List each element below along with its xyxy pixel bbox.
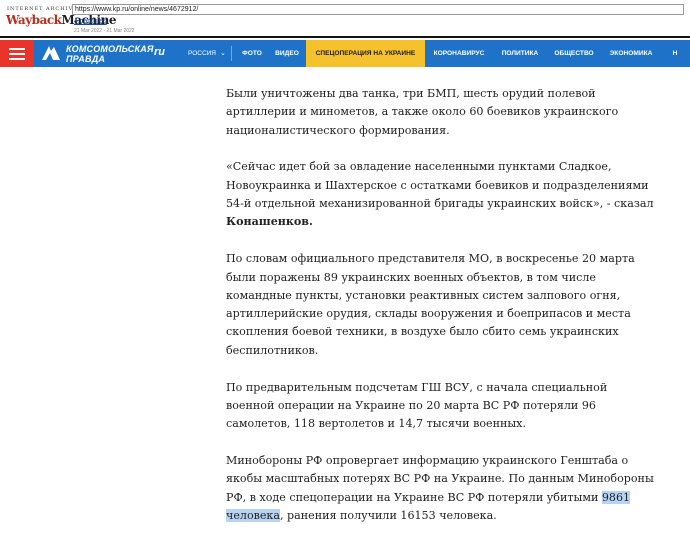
wayback-toolbar: INTERNET ARCHIVE WaybackMachine https://… xyxy=(0,0,690,38)
site-nav-bar: КОМСОМОЛЬСКАЯ ПРАВДА ru РОССИЯ ⌄ ФОТО ВИД… xyxy=(0,40,690,67)
article-body: Были уничтожены два танка, три БМП, шест… xyxy=(226,85,656,536)
paragraph-5: Минобороны РФ опровергает информацию укр… xyxy=(226,452,656,525)
paragraph-4: По предварительным подсчетам ГШ ВСУ, с н… xyxy=(226,380,608,431)
quote-text: «Сейчас идет бой за овладение населенным… xyxy=(226,160,654,211)
nav-divider xyxy=(231,46,232,61)
captures-link[interactable]: 4 captures xyxy=(74,18,107,25)
nav-item-photo[interactable]: ФОТО xyxy=(236,40,268,67)
nav-item-video[interactable]: ВИДЕО xyxy=(270,40,304,67)
logo-line-2: ПРАВДА xyxy=(66,54,106,64)
wayback-word: Wayback xyxy=(6,13,62,27)
paragraph-5-end: , ранения получили 16153 человека. xyxy=(280,509,497,523)
region-label: РОССИЯ xyxy=(188,50,217,57)
wayback-url-input[interactable]: https://www.kp.ru/online/news/4672912/ xyxy=(72,4,684,15)
region-selector[interactable]: РОССИЯ ⌄ xyxy=(188,40,226,67)
paragraph-5-start: Минобороны РФ опровергает информацию укр… xyxy=(226,454,654,504)
nav-item-special-operation[interactable]: СПЕЦОПЕРАЦИЯ НА УКРАИНЕ xyxy=(306,40,425,67)
chevron-down-icon: ⌄ xyxy=(220,50,226,57)
site-logo[interactable]: КОМСОМОЛЬСКАЯ ПРАВДА ru xyxy=(36,41,176,66)
nav-item-truncated[interactable]: Н xyxy=(668,40,682,67)
paragraph-2: «Сейчас идет бой за овладение населенным… xyxy=(226,158,656,231)
nav-item-politics[interactable]: ПОЛИТИКА xyxy=(496,40,544,67)
nav-item-society[interactable]: ОБЩЕСТВО xyxy=(550,40,598,67)
paragraph-3: По словам официального представителя МО,… xyxy=(226,252,635,357)
logo-suffix: ru xyxy=(154,46,165,58)
wayback-logo[interactable]: INTERNET ARCHIVE WaybackMachine xyxy=(4,4,116,34)
speaker-name: Конашенков. xyxy=(226,215,313,229)
kp-logo-mark-icon xyxy=(42,46,60,60)
internet-archive-label: INTERNET ARCHIVE xyxy=(7,6,78,12)
logo-line-1: КОМСОМОЛЬСКАЯ xyxy=(66,44,154,54)
nav-item-coronavirus[interactable]: КОРОНАВИРУС xyxy=(428,40,490,67)
capture-date-range: 21 Mar 2022 - 21 Mar 2022 xyxy=(74,28,135,34)
nav-item-economy[interactable]: ЭКОНОМИКА xyxy=(604,40,658,67)
menu-hamburger-button[interactable] xyxy=(0,40,34,67)
paragraph-1: Были уничтожены два танка, три БМП, шест… xyxy=(226,87,619,137)
